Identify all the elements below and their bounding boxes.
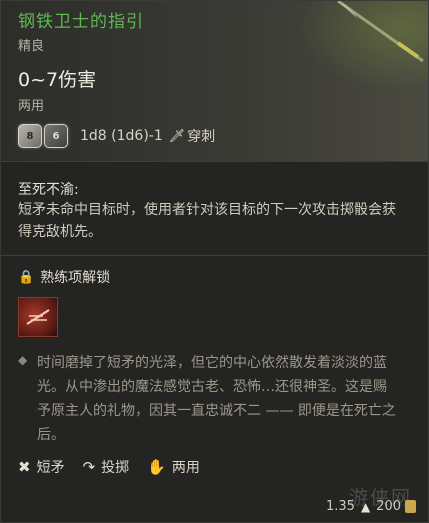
tag-label: 投掷 <box>101 460 130 476</box>
tag-label: 两用 <box>171 460 200 476</box>
divider <box>1 161 428 162</box>
weapon-image <box>298 0 428 91</box>
passive-title: 至死不渝: <box>18 182 79 198</box>
item-tooltip: 钢铁卫士的指引 精良 0~7伤害 两用 8 6 1d8 (1d6)-1 🗡 穿刺… <box>0 0 429 523</box>
crossed-weapons-icon: ✖ <box>18 458 31 476</box>
passive-description: 短矛未命中目标时，使用者针对该目标的下一次攻击掷骰会获得克敌机先。 <box>18 202 396 240</box>
item-damage: 0~7伤害 <box>18 69 97 91</box>
gold-icon <box>405 500 416 513</box>
item-rarity: 精良 <box>18 39 45 54</box>
tag-versatile: ✋ 两用 <box>147 457 200 477</box>
proficiency-action-icon[interactable] <box>18 297 58 337</box>
dagger-icon: 🗡 <box>168 128 186 144</box>
damage-dice-row: 8 6 1d8 (1d6)-1 🗡 穿刺 <box>18 121 215 151</box>
tag-spear: ✖ 短矛 <box>18 457 65 477</box>
item-footer: 1.35 ▲ 200 <box>326 499 416 514</box>
weapon-tags: ✖ 短矛 ↷ 投掷 ✋ 两用 <box>18 457 218 477</box>
item-weight: 1.35 <box>325 499 355 514</box>
tag-label: 短矛 <box>36 460 65 476</box>
item-value: 200 <box>376 499 401 514</box>
d6-die-icon: 6 <box>44 124 68 148</box>
piercing-strike-icon <box>26 309 50 325</box>
damage-type-label: 穿刺 <box>187 129 216 145</box>
d8-die-icon: 8 <box>18 124 42 148</box>
tooltip-header: 钢铁卫士的指引 精良 0~7伤害 两用 8 6 1d8 (1d6)-1 🗡 穿刺 <box>1 0 428 161</box>
item-handedness: 两用 <box>18 99 45 114</box>
lock-icon: 🔒 <box>18 269 35 285</box>
tag-throw: ↷ 投掷 <box>83 457 130 477</box>
item-name: 钢铁卫士的指引 <box>18 12 144 32</box>
divider <box>1 255 428 256</box>
throw-icon: ↷ <box>82 458 96 476</box>
spear-icon <box>337 0 424 63</box>
proficiency-unlock-row: 🔒 熟练项解锁 <box>18 267 110 287</box>
lore-diamond-icon: ◆ <box>18 353 28 367</box>
hand-icon: ✋ <box>147 458 166 476</box>
item-lore: 时间磨掉了短矛的光泽，但它的中心依然散发着淡淡的蓝光。从中渗出的魔法感觉古老、恐… <box>37 355 396 443</box>
dice-formula: 1d8 (1d6)-1 <box>80 128 163 144</box>
proficiency-label: 熟练项解锁 <box>40 270 111 286</box>
weight-icon: ▲ <box>360 499 371 514</box>
